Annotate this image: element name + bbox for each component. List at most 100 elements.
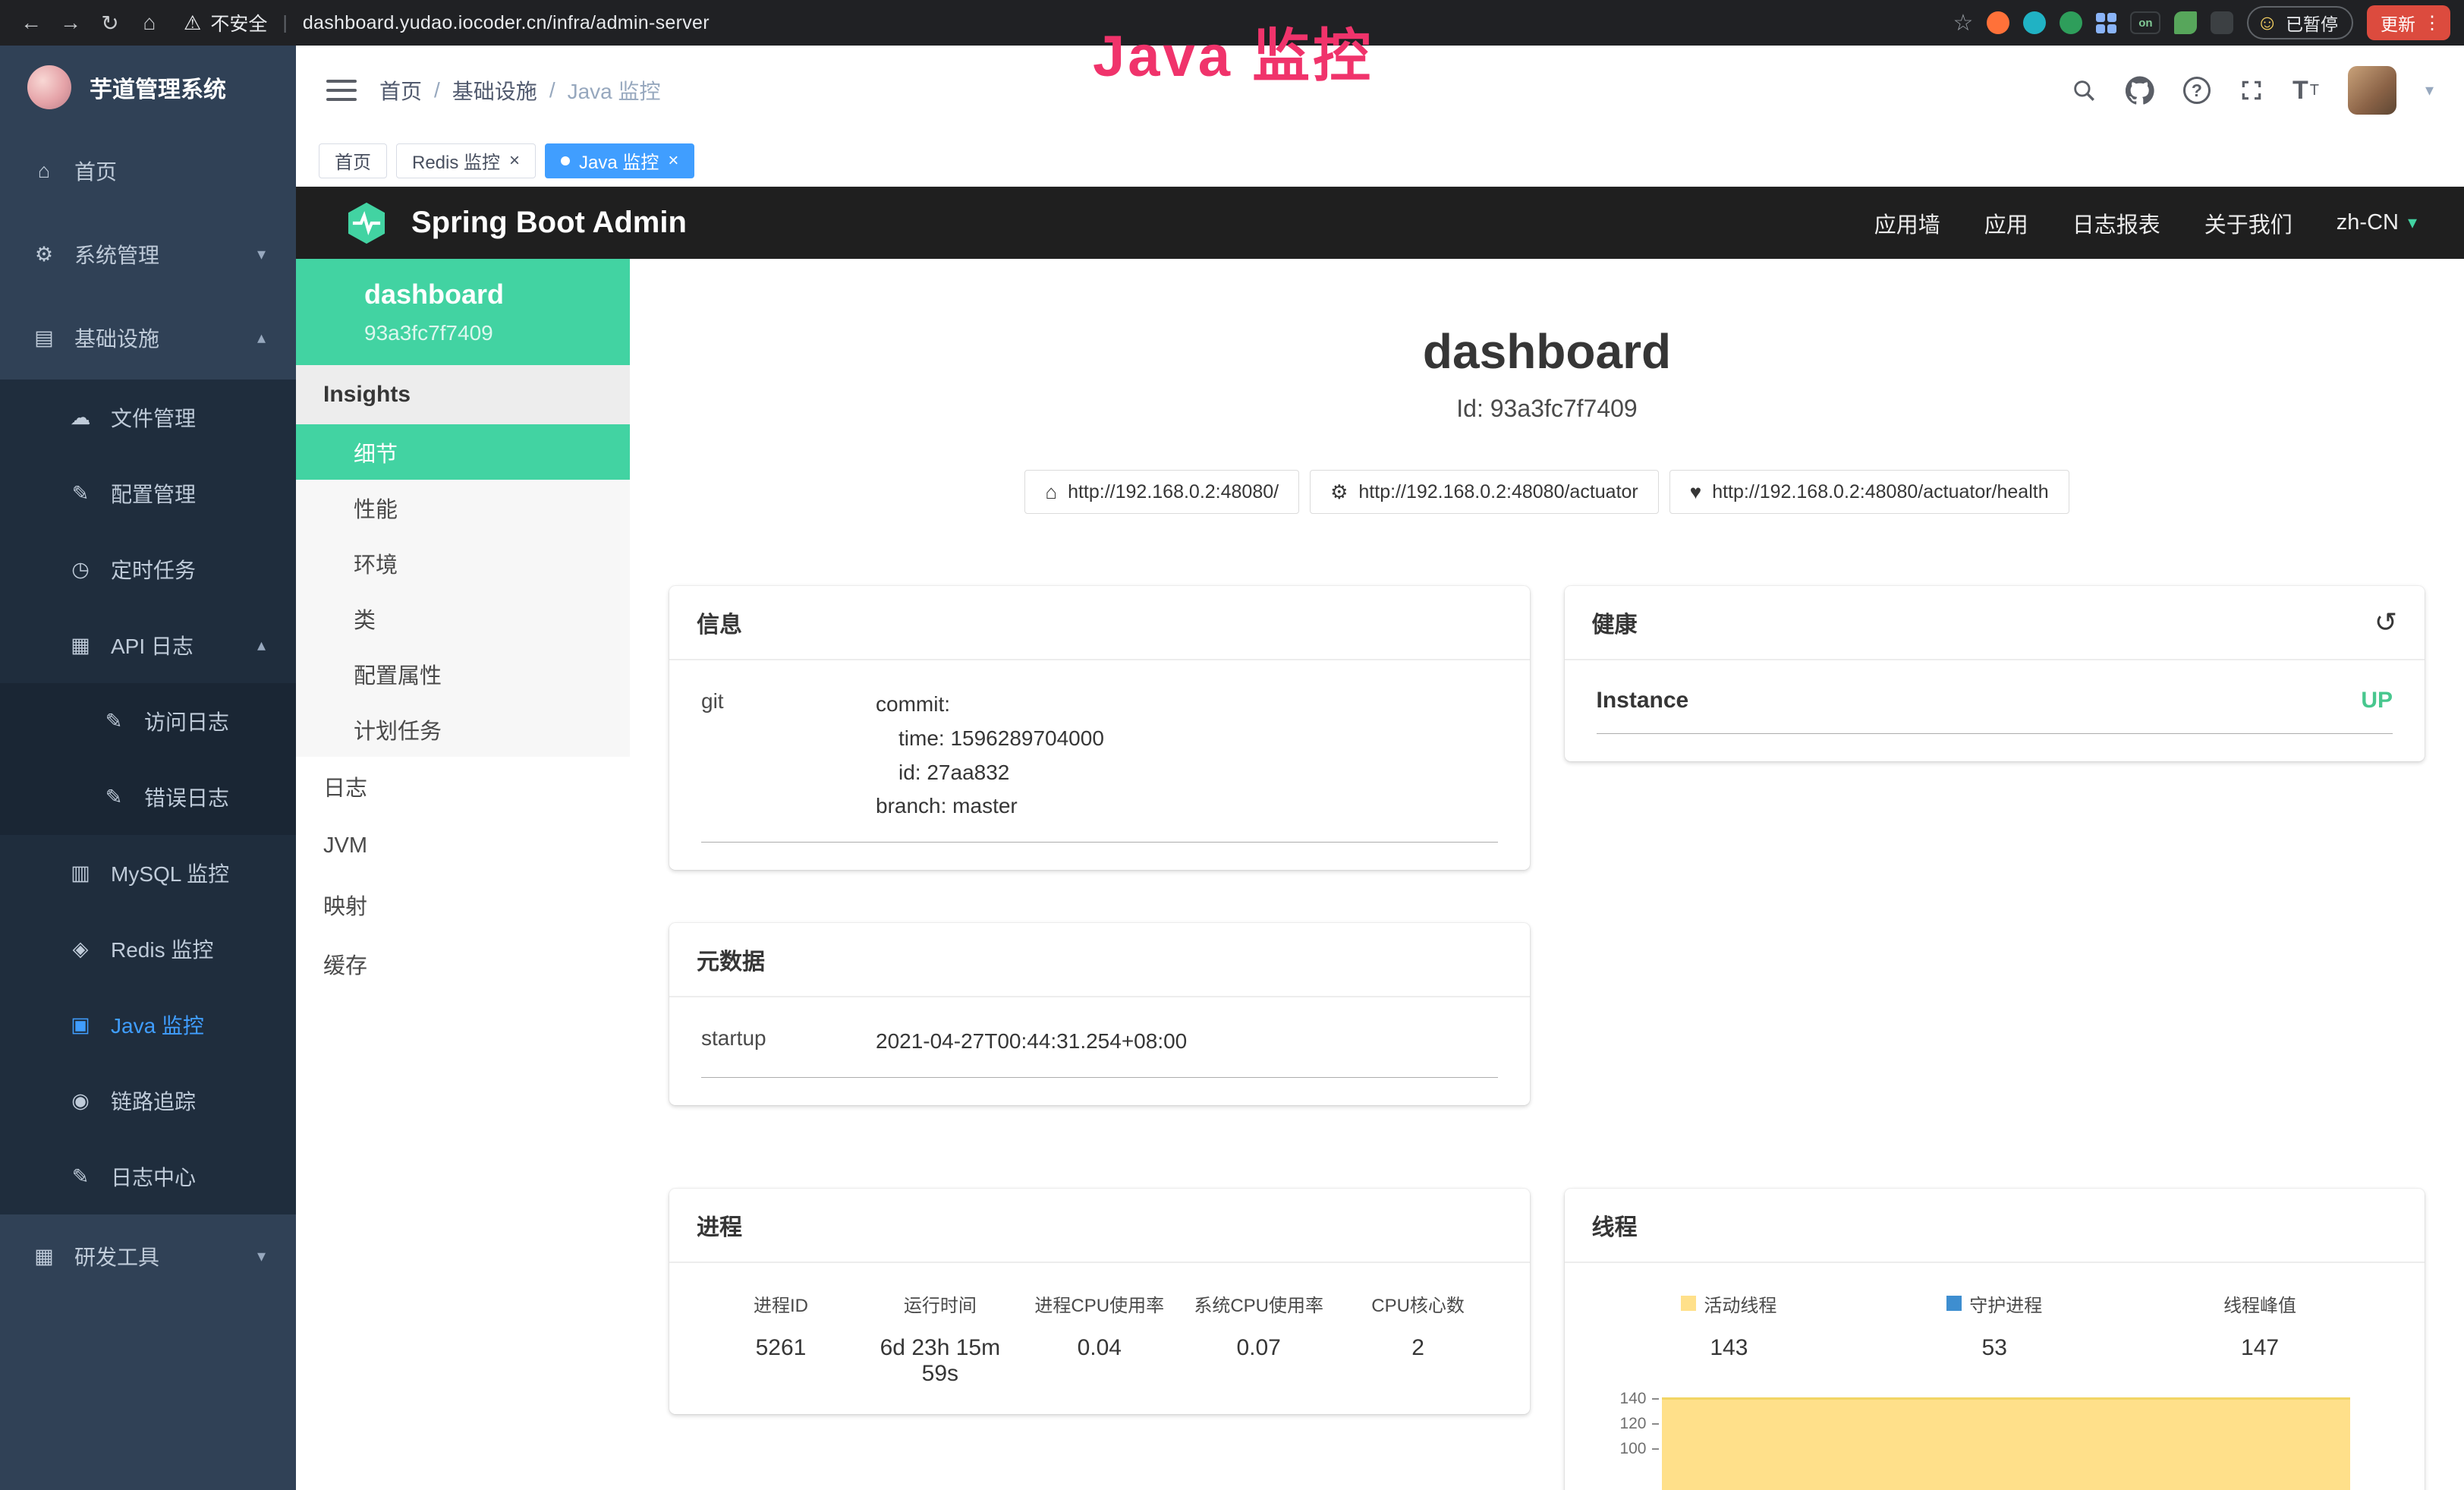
sidebar-menu-item[interactable]: ✎访问日志 (0, 683, 296, 759)
health-card: 健康 ↺ Instance UP (1565, 586, 2425, 761)
back-button[interactable]: ← (14, 5, 49, 40)
sba-sidebar-item[interactable]: JVM (296, 816, 630, 875)
sba-logo-icon[interactable] (343, 200, 390, 247)
stat-column: 活动线程143 (1597, 1290, 1862, 1361)
sidebar-menu-label: Redis 监控 (111, 934, 213, 964)
sidebar-menu-item[interactable]: ▦研发工具▾ (0, 1214, 296, 1298)
chart-ytick-label: 120 (1619, 1415, 1646, 1433)
sba-app-header[interactable]: dashboard 93a3fc7f7409 (296, 259, 630, 365)
user-avatar[interactable] (2348, 66, 2396, 115)
mysql-icon: ▥ (67, 862, 94, 885)
history-icon[interactable]: ↺ (2374, 609, 2397, 636)
metadata-row-startup: startup 2021-04-27T00:44:31.254+08:00 (701, 1025, 1498, 1078)
fullscreen-icon[interactable] (2239, 78, 2264, 102)
sidebar-menu-item[interactable]: ⚙系统管理▾ (0, 213, 296, 296)
sidebar-menu-label: 配置管理 (111, 478, 196, 509)
threads-chart-area (1662, 1397, 2351, 1490)
sba-body: dashboard 93a3fc7f7409 Insights 细节性能环境类配… (296, 259, 2464, 1490)
threads-card-header: 线程 (1565, 1189, 2425, 1263)
search-icon[interactable] (2071, 77, 2097, 103)
instance-link[interactable]: ♥http://192.168.0.2:48080/actuator/healt… (1669, 470, 2069, 514)
collapse-menu-icon[interactable] (326, 80, 357, 101)
page-tab-label: 首页 (335, 147, 371, 174)
page-tab[interactable]: Java 监控× (545, 143, 694, 178)
sba-sidebar-item[interactable]: 配置属性 (296, 646, 630, 701)
active-dot-icon (561, 156, 570, 165)
sidebar-menu: ⌂首页⚙系统管理▾▤基础设施▴☁文件管理✎配置管理◷定时任务▦API 日志▴✎访… (0, 129, 296, 1490)
reload-button[interactable]: ↻ (93, 5, 127, 40)
sidebar-menu-label: 系统管理 (74, 239, 159, 269)
sba-sidebar-item[interactable]: 性能 (296, 480, 630, 535)
extension-drop-icon[interactable] (2023, 11, 2046, 34)
github-icon[interactable] (2126, 76, 2154, 105)
extension-on-icon[interactable]: on (2130, 11, 2160, 34)
chevron-down-icon[interactable]: ▾ (2425, 80, 2434, 100)
sidebar-menu-item[interactable]: ◉链路追踪 (0, 1063, 296, 1139)
instance-link[interactable]: ⌂http://192.168.0.2:48080/ (1024, 470, 1299, 514)
page-tab[interactable]: Redis 监控× (396, 143, 536, 178)
menu-dots-icon: ⋮ (2423, 12, 2441, 34)
sba-nav-link[interactable]: 关于我们 (2204, 207, 2292, 239)
sidebar-menu-item[interactable]: ◈Redis 监控 (0, 911, 296, 987)
sidebar-menu-item[interactable]: ▦API 日志▴ (0, 607, 296, 683)
extension-puzzle-icon[interactable] (2211, 11, 2233, 34)
sba-nav-link[interactable]: 日志报表 (2072, 207, 2160, 239)
close-icon[interactable]: × (668, 152, 678, 170)
bookmark-star-icon[interactable]: ☆ (1953, 10, 1974, 36)
sidebar-menu-item[interactable]: ✎日志中心 (0, 1139, 296, 1214)
address-bar[interactable]: ⚠ 不安全 | dashboard.yudao.iocoder.cn/infra… (184, 9, 710, 36)
sidebar-menu-item[interactable]: ▤基础设施▴ (0, 296, 296, 380)
home-button[interactable]: ⌂ (132, 5, 167, 40)
threads-stats: 活动线程143守护进程53线程峰值147 (1597, 1290, 2393, 1361)
sba-sidebar-item[interactable]: 环境 (296, 535, 630, 591)
sidebar-menu-item[interactable]: ✎错误日志 (0, 759, 296, 835)
gear-icon: ⚙ (30, 243, 58, 266)
instance-link[interactable]: ⚙http://192.168.0.2:48080/actuator (1310, 470, 1659, 514)
process-card: 进程 进程ID5261运行时间6d 23h 15m 59s进程CPU使用率0.0… (669, 1189, 1530, 1414)
threads-chart-plot (1662, 1390, 2351, 1490)
sba-sidebar-item[interactable]: 计划任务 (296, 701, 630, 757)
metadata-key: startup (701, 1025, 876, 1059)
sidebar-menu-item[interactable]: ⌂首页 (0, 129, 296, 213)
sba-sidebar-item[interactable]: 类 (296, 591, 630, 646)
stat-column: 系统CPU使用率0.07 (1179, 1290, 1339, 1387)
stat-value: 6d 23h 15m 59s (861, 1335, 1020, 1387)
stat-column: 进程ID5261 (701, 1290, 861, 1387)
sidebar-menu-item[interactable]: ✎配置管理 (0, 455, 296, 531)
info-value-line: id: 27aa832 (876, 756, 1498, 790)
sba-nav-link[interactable]: 应用 (1984, 207, 2028, 239)
update-button[interactable]: 更新 ⋮ (2367, 5, 2450, 40)
help-icon[interactable]: ? (2183, 77, 2211, 104)
sba-nav-label: 日志报表 (2072, 207, 2160, 239)
close-icon[interactable]: × (509, 152, 520, 170)
legend-swatch-icon (1681, 1296, 1696, 1311)
sidebar-menu-item[interactable]: ◷定时任务 (0, 531, 296, 607)
extension-grid-icon[interactable] (2096, 13, 2116, 33)
sba-sidebar-item[interactable]: 映射 (296, 875, 630, 934)
breadcrumb-item[interactable]: 首页 (379, 75, 422, 106)
sba-brand[interactable]: Spring Boot Admin (411, 206, 687, 240)
app-logo-row[interactable]: 芋道管理系统 (0, 46, 296, 129)
extension-green-icon[interactable] (2060, 11, 2082, 34)
extension-fox-icon[interactable] (1987, 11, 2009, 34)
page-tab[interactable]: 首页 (319, 143, 387, 178)
tab-bar: 首页 Redis 监控× Java 监控× (296, 135, 2464, 187)
breadcrumb-item[interactable]: 基础设施 (452, 75, 537, 106)
sidebar-menu-item[interactable]: ▥MySQL 监控 (0, 835, 296, 911)
extension-leaf-icon[interactable] (2174, 11, 2197, 34)
sba-sidebar-item[interactable]: 缓存 (296, 934, 630, 994)
sba-sidebar-item[interactable]: 细节 (296, 424, 630, 480)
sba-sidebar-item[interactable]: 日志 (296, 757, 630, 816)
info-card-header: 信息 (669, 586, 1530, 660)
font-size-icon[interactable]: TT (2292, 76, 2319, 106)
forward-button[interactable]: → (53, 5, 88, 40)
sba-nav-link[interactable]: zh-CN▾ (2337, 210, 2417, 235)
card-row-3: 进程 进程ID5261运行时间6d 23h 15m 59s进程CPU使用率0.0… (669, 1189, 2425, 1490)
sba-nav-link[interactable]: 应用墙 (1874, 207, 1940, 239)
sidebar-menu-item[interactable]: ☁文件管理 (0, 380, 296, 455)
metadata-card-header: 元数据 (669, 923, 1530, 997)
stat-value: 5261 (701, 1335, 861, 1361)
infra-icon: ▤ (30, 326, 58, 350)
paused-badge[interactable]: ☺ 已暂停 (2247, 6, 2353, 39)
sidebar-menu-item[interactable]: ▣Java 监控 (0, 987, 296, 1063)
